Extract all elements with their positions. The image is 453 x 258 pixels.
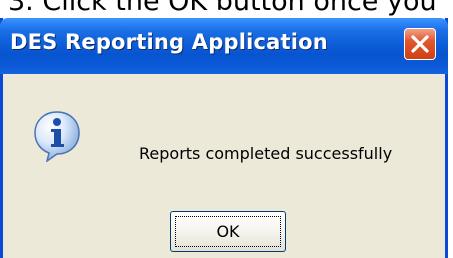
page: 3. Click the OK button once you DES Repo… [0, 0, 453, 258]
ok-button[interactable]: OK [170, 211, 286, 252]
close-button[interactable] [404, 28, 436, 60]
message-dialog: DES Reporting Application Reports comple… [0, 18, 448, 258]
dialog-message: Reports completed successfully [139, 144, 393, 163]
instruction-text: 3. Click the OK button once you [8, 0, 437, 17]
title-bar[interactable]: DES Reporting Application [0, 18, 448, 74]
close-icon [411, 35, 429, 53]
info-icon [34, 111, 80, 162]
ok-button-label: OK [175, 216, 281, 247]
dialog-title: DES Reporting Application [10, 30, 328, 54]
